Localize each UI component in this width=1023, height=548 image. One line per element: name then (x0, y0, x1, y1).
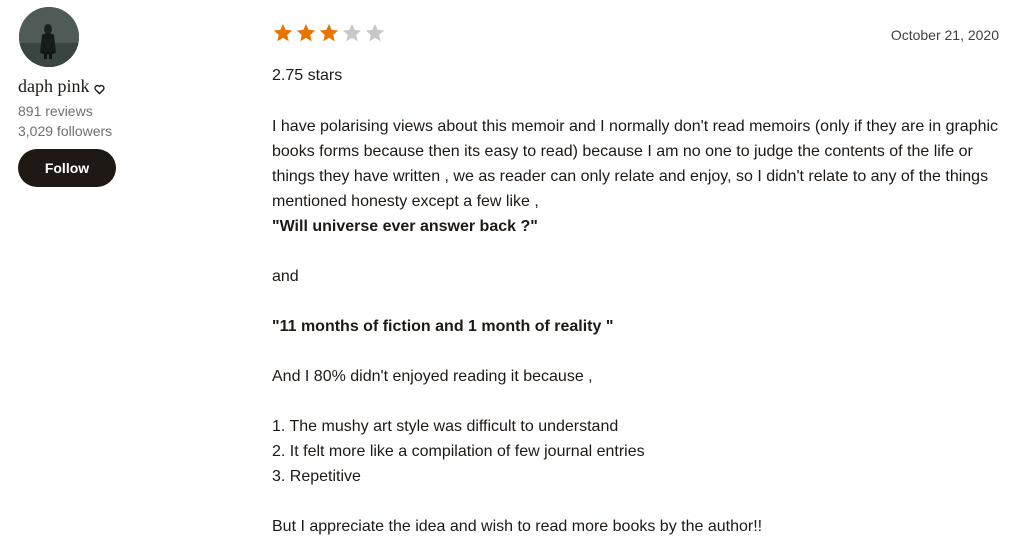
review-paragraph: And I 80% didn't enjoyed reading it beca… (272, 368, 593, 385)
review-date[interactable]: October 21, 2020 (891, 27, 999, 43)
follow-button[interactable]: Follow (18, 149, 116, 187)
star-filled-icon (319, 23, 339, 41)
review-quote: "11 months of fiction and 1 month of rea… (272, 318, 614, 335)
reviewer-name-row: daph pink (18, 76, 218, 97)
heart-outline-icon (93, 82, 105, 95)
star-filled-icon (296, 23, 316, 41)
review-card: October 21, 2020 2.75 stars I have polar… (272, 20, 1002, 539)
profile-photo-avatar-icon (19, 7, 79, 67)
list-item: 2. It felt more like a compilation of fe… (272, 443, 645, 460)
review-paragraph: I have polarising views about this memoi… (272, 118, 999, 210)
reviewer-stats: 891 reviews 3,029 followers (18, 101, 218, 141)
star-empty-icon (365, 23, 385, 41)
reviewer-avatar[interactable] (19, 7, 79, 67)
review-quote: "Will universe ever answer back ?" (272, 218, 538, 235)
star-filled-icon (273, 23, 293, 41)
list-item: 3. Repetitive (272, 468, 361, 485)
review-paragraph: But I appreciate the idea and wish to re… (272, 518, 763, 535)
review-text: 2.75 stars I have polarising views about… (272, 63, 1002, 539)
reviewer-name[interactable]: daph pink (18, 76, 90, 97)
followers-count[interactable]: 3,029 followers (18, 121, 218, 141)
list-item: 1. The mushy art style was difficult to … (272, 418, 619, 435)
reviews-count[interactable]: 891 reviews (18, 101, 218, 121)
rating-text: 2.75 stars (272, 67, 343, 84)
star-empty-icon (342, 23, 362, 41)
review-paragraph: and (272, 268, 299, 285)
reviewer-profile: daph pink 891 reviews 3,029 followers Fo… (18, 7, 218, 187)
